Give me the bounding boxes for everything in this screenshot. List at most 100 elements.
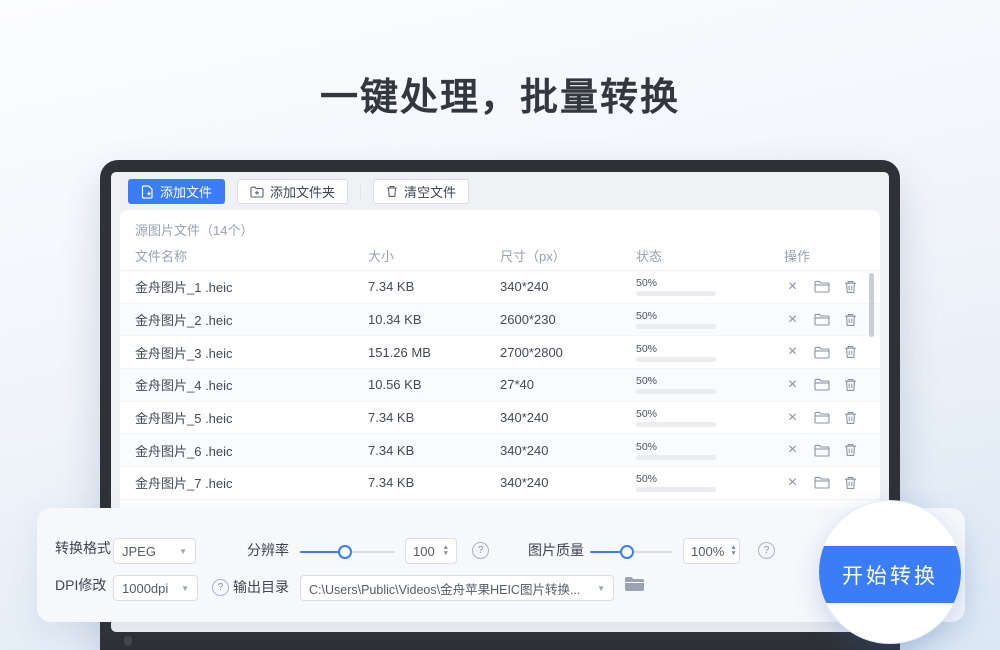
col-status: 状态 — [636, 246, 773, 265]
file-plus-icon — [141, 185, 154, 199]
table-row[interactable]: 金舟图片_5 .heic 7.34 KB 340*240 50% × — [120, 402, 880, 435]
table-row[interactable]: 金舟图片_4 .heic 10.56 KB 27*40 50% × — [120, 369, 880, 402]
add-file-button[interactable]: 添加文件 — [128, 179, 225, 204]
open-folder-icon[interactable] — [813, 409, 830, 426]
resolution-help-icon[interactable]: ? — [472, 542, 489, 559]
file-list-card: 源图片文件（14个） 文件名称 大小 尺寸（px） 状态 操作 金舟图片_1 .… — [120, 210, 880, 510]
format-label: 转换格式 — [55, 538, 111, 558]
file-name: 金舟图片_3 .heic — [135, 343, 368, 362]
delete-icon[interactable] — [842, 474, 859, 491]
resolution-label: 分辨率 — [247, 540, 289, 560]
table-row[interactable]: 金舟图片_1 .heic 7.34 KB 340*240 50% × — [120, 271, 880, 304]
quality-label-wrap: 图片质量 — [528, 540, 584, 560]
open-folder-icon[interactable] — [813, 474, 830, 491]
status-cell: 50% — [636, 473, 773, 492]
table-row[interactable]: 金舟图片_7 .heic 7.34 KB 340*240 50% × — [120, 467, 880, 500]
status-cell: 50% — [636, 441, 773, 460]
table-row[interactable]: 金舟图片_2 .heic 10.34 KB 2600*230 50% × — [120, 304, 880, 337]
quality-label: 图片质量 — [528, 540, 584, 560]
file-dim: 340*240 — [500, 475, 636, 490]
file-name: 金舟图片_2 .heic — [135, 310, 368, 329]
quality-stepper[interactable]: 100% ▲▼ — [683, 538, 740, 564]
status-cell: 50% — [636, 277, 773, 296]
output-path-input[interactable]: C:\Users\Public\Videos\金舟苹果HEIC图片转换... ▼ — [300, 575, 614, 601]
cancel-icon[interactable]: × — [784, 474, 801, 491]
stepper-arrows-icon[interactable]: ▲▼ — [730, 545, 736, 557]
add-folder-button[interactable]: 添加文件夹 — [237, 179, 348, 204]
dpi-value: 1000dpi — [122, 581, 168, 596]
actions-cell: × — [773, 442, 880, 459]
start-convert-button[interactable]: 开始转换 — [819, 546, 961, 603]
progress-bar — [636, 455, 716, 460]
table-row[interactable]: 金舟图片_3 .heic 151.26 MB 2700*2800 50% × — [120, 336, 880, 369]
actions-cell: × — [773, 409, 880, 426]
quality-help-icon[interactable]: ? — [758, 542, 775, 559]
cancel-icon[interactable]: × — [784, 442, 801, 459]
progress-bar — [636, 389, 716, 394]
progress-label: 50% — [636, 408, 773, 420]
output-path-value: C:\Users\Public\Videos\金舟苹果HEIC图片转换... — [309, 579, 580, 598]
dpi-label: DPI修改 — [55, 575, 106, 595]
cancel-icon[interactable]: × — [784, 311, 801, 328]
delete-icon[interactable] — [842, 278, 859, 295]
file-size: 151.26 MB — [368, 345, 500, 360]
resolution-slider[interactable] — [300, 545, 395, 559]
output-label-wrap: 输出目录 — [233, 577, 289, 597]
start-convert-label: 开始转换 — [842, 560, 938, 590]
file-dim: 2700*2800 — [500, 345, 636, 360]
dpi-help-icon[interactable]: ? — [212, 579, 229, 596]
delete-icon[interactable] — [842, 344, 859, 361]
browse-folder-icon[interactable] — [624, 576, 645, 593]
delete-icon[interactable] — [842, 442, 859, 459]
open-folder-icon[interactable] — [813, 311, 830, 328]
file-name: 金舟图片_1 .heic — [135, 277, 368, 296]
open-folder-icon[interactable] — [813, 442, 830, 459]
file-dim: 27*40 — [500, 377, 636, 392]
add-folder-label: 添加文件夹 — [270, 182, 335, 201]
quality-slider[interactable] — [590, 545, 672, 559]
file-size: 10.56 KB — [368, 377, 500, 392]
resolution-slider-handle[interactable] — [338, 545, 352, 559]
bezel-dot — [124, 636, 132, 646]
resolution-value: 100 — [413, 544, 435, 559]
progress-label: 50% — [636, 343, 773, 355]
clear-files-button[interactable]: 清空文件 — [373, 179, 469, 204]
scrollbar-thumb[interactable] — [869, 273, 874, 337]
format-value: JPEG — [122, 544, 156, 559]
chevron-down-icon: ▼ — [597, 584, 605, 593]
cancel-icon[interactable]: × — [784, 376, 801, 393]
cancel-icon[interactable]: × — [784, 278, 801, 295]
file-dim: 2600*230 — [500, 312, 636, 327]
file-name: 金舟图片_5 .heic — [135, 408, 368, 427]
file-size: 7.34 KB — [368, 279, 500, 294]
quality-slider-handle[interactable] — [620, 545, 634, 559]
progress-label: 50% — [636, 277, 773, 289]
delete-icon[interactable] — [842, 376, 859, 393]
toolbar: 添加文件 添加文件夹 清空文件 — [128, 179, 469, 204]
open-folder-icon[interactable] — [813, 278, 830, 295]
output-label: 输出目录 — [233, 577, 289, 597]
page-title: 一键处理，批量转换 — [0, 66, 1000, 121]
progress-label: 50% — [636, 310, 773, 322]
start-convert-circle: 开始转换 — [818, 500, 962, 644]
delete-icon[interactable] — [842, 409, 859, 426]
col-dimensions: 尺寸（px） — [500, 246, 636, 265]
file-size: 7.34 KB — [368, 475, 500, 490]
delete-icon[interactable] — [842, 311, 859, 328]
format-label-wrap: 转换格式 — [55, 538, 111, 558]
dpi-select[interactable]: 1000dpi ▼ — [113, 575, 198, 601]
table-row[interactable]: 金舟图片_6 .heic 7.34 KB 340*240 50% × — [120, 434, 880, 467]
cancel-icon[interactable]: × — [784, 344, 801, 361]
file-dim: 340*240 — [500, 443, 636, 458]
stepper-arrows-icon[interactable]: ▲▼ — [443, 545, 449, 557]
open-folder-icon[interactable] — [813, 344, 830, 361]
cancel-icon[interactable]: × — [784, 409, 801, 426]
format-select[interactable]: JPEG ▼ — [113, 538, 196, 564]
resolution-stepper[interactable]: 100 ▲▼ — [405, 538, 457, 564]
file-name: 金舟图片_6 .heic — [135, 441, 368, 460]
file-dim: 340*240 — [500, 410, 636, 425]
actions-cell: × — [773, 474, 880, 491]
trash-icon — [386, 185, 398, 198]
open-folder-icon[interactable] — [813, 376, 830, 393]
progress-label: 50% — [636, 473, 773, 485]
